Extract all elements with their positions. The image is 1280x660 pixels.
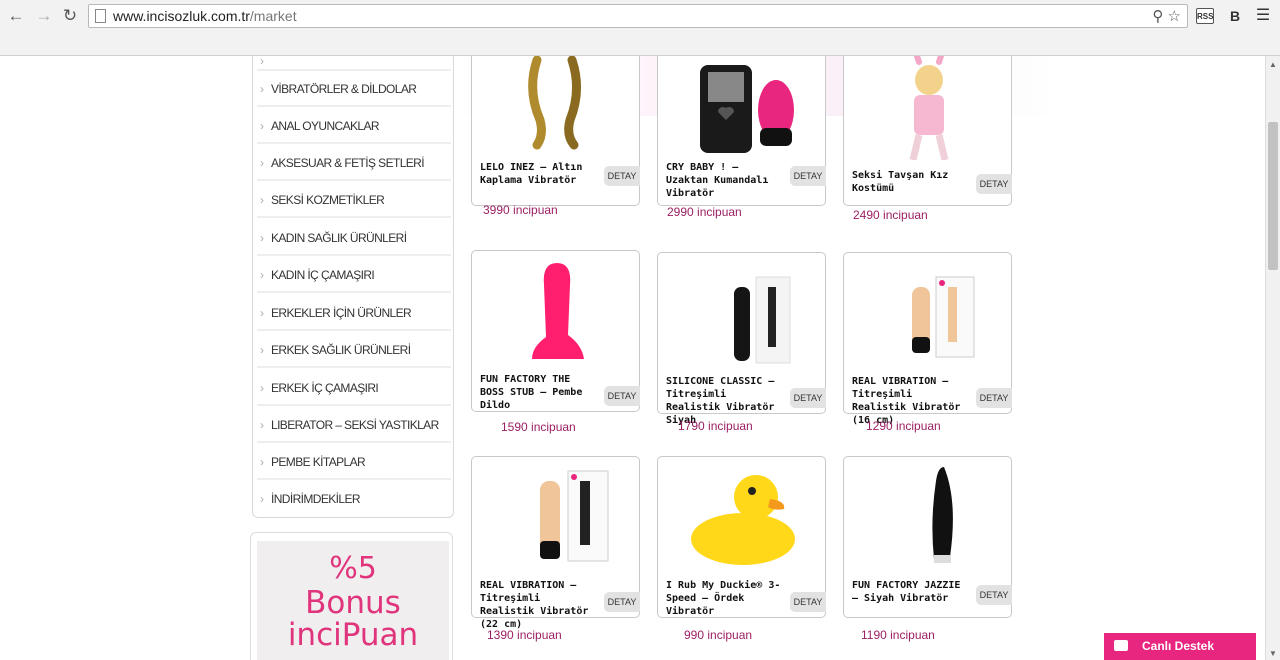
scroll-down-icon[interactable]: ▼	[1269, 649, 1277, 658]
product-card[interactable]: FUN FACTORY JAZZIE – Siyah Vibratör DETA…	[843, 456, 1012, 618]
live-support-label: Canlı Destek	[1142, 639, 1215, 653]
product-card[interactable]: REAL VIBRATION – Titreşimli Realistik Vi…	[843, 252, 1012, 426]
product-price: 2990 incipuan	[667, 205, 742, 219]
product-card[interactable]: Seksi Tavşan Kız Kostümü DETAY	[843, 56, 1012, 206]
sidebar-item-for-men[interactable]: ERKEKLER İÇİN ÜRÜNLER	[257, 295, 451, 331]
product-price: 1190 incipuan	[861, 628, 935, 642]
sidebar-item-women-underwear[interactable]: KADIN İÇ ÇAMAŞIRI	[257, 257, 451, 293]
product-name[interactable]: REAL VIBRATION – Titreşimli Realistik Vi…	[480, 579, 600, 631]
sidebar-item-discounts[interactable]: İNDİRİMDEKİLER	[257, 481, 451, 517]
rss-extension-icon[interactable]: RSS	[1196, 8, 1214, 24]
detail-button[interactable]: DETAY	[976, 174, 1012, 194]
detail-button[interactable]: DETAY	[604, 386, 640, 406]
sidebar-item-books[interactable]: PEMBE KİTAPLAR	[257, 444, 451, 480]
product-image	[909, 56, 949, 160]
promo-percent: %5	[329, 551, 377, 586]
b-extension-icon[interactable]: B	[1226, 8, 1244, 24]
product-price: 1590 incipuan	[501, 420, 576, 434]
product-price: 1790 incipuan	[678, 419, 753, 433]
product-card[interactable]: CRY BABY ! – Uzaktan Kumandalı Vibratör …	[657, 56, 826, 206]
detail-button[interactable]: DETAY	[790, 388, 826, 408]
product-image	[912, 276, 975, 358]
product-card[interactable]: I Rub My Duckie® 3-Speed – Ördek Vibratö…	[657, 456, 826, 618]
browser-toolbar: ← → ↻ www.incisozluk.com.tr/market ⚲ ☆ R…	[0, 0, 1280, 56]
product-image	[734, 276, 791, 364]
product-name[interactable]: Seksi Tavşan Kız Kostümü	[852, 169, 972, 195]
promo-incipuan: inciPuan	[287, 617, 419, 653]
product-price: 990 incipuan	[684, 628, 753, 642]
sidebar-item-top-partial[interactable]	[257, 56, 451, 71]
chat-bubble-icon	[1114, 640, 1128, 651]
product-image	[691, 475, 795, 565]
forward-arrow-icon[interactable]: →	[34, 6, 54, 26]
reload-icon[interactable]: ↻	[60, 6, 80, 26]
product-image	[700, 65, 794, 153]
sidebar-item-anal[interactable]: ANAL OYUNCAKLAR	[257, 108, 451, 144]
product-image	[540, 470, 609, 562]
page-content: VİBRATÖRLER & DİLDOLAR ANAL OYUNCAKLAR A…	[0, 56, 1265, 660]
category-sidebar: VİBRATÖRLER & DİLDOLAR ANAL OYUNCAKLAR A…	[252, 56, 454, 518]
sidebar-item-men-underwear[interactable]: ERKEK İÇ ÇAMAŞIRI	[257, 370, 451, 406]
detail-button[interactable]: DETAY	[976, 388, 1012, 408]
product-image	[932, 467, 953, 563]
url-text[interactable]: www.incisozluk.com.tr/market	[113, 8, 297, 24]
detail-button[interactable]: DETAY	[976, 585, 1012, 605]
detail-button[interactable]: DETAY	[790, 166, 826, 186]
product-card[interactable]: LELO INEZ – Altın Kaplama Vibratör DETAY	[471, 56, 640, 206]
detail-button[interactable]: DETAY	[604, 592, 640, 612]
live-support-button[interactable]: Canlı Destek	[1104, 633, 1256, 660]
scrollbar-thumb[interactable]	[1268, 122, 1278, 270]
page-icon	[95, 9, 106, 23]
sidebar-item-women-health[interactable]: KADIN SAĞLIK ÜRÜNLERİ	[257, 220, 451, 256]
product-name[interactable]: LELO INEZ – Altın Kaplama Vibratör	[480, 161, 600, 187]
sidebar-item-cosmetics[interactable]: SEKSİ KOZMETİKLER	[257, 182, 451, 218]
sidebar-item-liberator[interactable]: LIBERATOR – SEKSİ YASTIKLAR	[257, 407, 451, 443]
sidebar-item-men-health[interactable]: ERKEK SAĞLIK ÜRÜNLERİ	[257, 332, 451, 368]
product-image	[532, 263, 584, 359]
product-name[interactable]: FUN FACTORY THE BOSS STUB – Pembe Dildo	[480, 373, 600, 412]
zoom-icon[interactable]: ⚲	[1152, 8, 1163, 25]
product-name[interactable]: I Rub My Duckie® 3-Speed – Ördek Vibratö…	[666, 579, 786, 618]
vertical-scrollbar[interactable]: ▲ ▼	[1265, 56, 1280, 660]
product-price: 1390 incipuan	[487, 628, 562, 642]
promo-bonus: Bonus	[305, 585, 401, 621]
detail-button[interactable]: DETAY	[604, 166, 640, 186]
product-card[interactable]: REAL VIBRATION – Titreşimli Realistik Vi…	[471, 456, 640, 630]
product-card[interactable]: SILICONE CLASSIC – Titreşimli Realistik …	[657, 252, 826, 426]
sidebar-item-accessories[interactable]: AKSESUAR & FETİŞ SETLERİ	[257, 145, 451, 181]
bonus-promo-banner[interactable]: %5 Bonus inciPuan	[250, 532, 453, 660]
product-name[interactable]: FUN FACTORY JAZZIE – Siyah Vibratör	[852, 579, 972, 605]
product-name[interactable]: CRY BABY ! – Uzaktan Kumandalı Vibratör	[666, 161, 786, 200]
sidebar-item-vibrators[interactable]: VİBRATÖRLER & DİLDOLAR	[257, 71, 451, 107]
product-price: 2490 incipuan	[853, 208, 928, 222]
product-price: 1290 incipuan	[866, 419, 941, 433]
product-image	[528, 56, 581, 150]
detail-button[interactable]: DETAY	[790, 592, 826, 612]
address-bar[interactable]: www.incisozluk.com.tr/market ⚲ ☆	[88, 4, 1188, 28]
product-card[interactable]: FUN FACTORY THE BOSS STUB – Pembe Dildo …	[471, 250, 640, 412]
product-price: 3990 incipuan	[483, 203, 558, 217]
bookmark-star-icon[interactable]: ☆	[1168, 8, 1181, 25]
menu-icon[interactable]: ☰	[1254, 8, 1272, 24]
back-arrow-icon[interactable]: ←	[6, 6, 26, 26]
scroll-up-icon[interactable]: ▲	[1269, 60, 1277, 69]
